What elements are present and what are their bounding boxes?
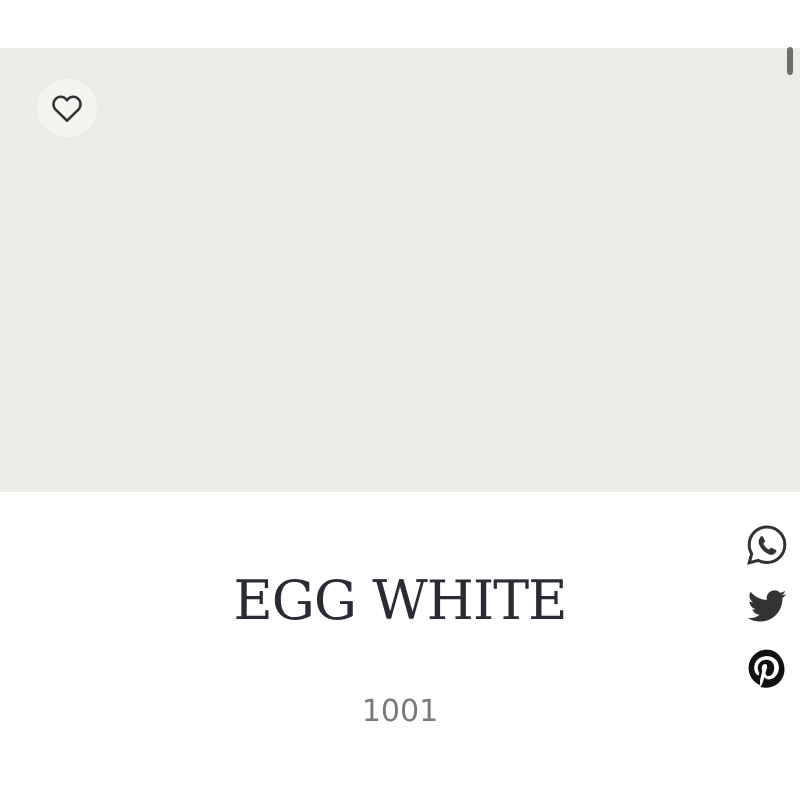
whatsapp-icon — [746, 524, 788, 566]
color-code: 1001 — [361, 694, 439, 729]
share-twitter-button[interactable] — [746, 586, 788, 628]
share-whatsapp-button[interactable] — [746, 524, 788, 566]
color-swatch — [0, 48, 800, 492]
pinterest-icon — [746, 647, 788, 689]
color-name: EGG WHITE — [233, 569, 567, 632]
share-pinterest-button[interactable] — [746, 647, 788, 689]
favorite-button[interactable] — [37, 79, 97, 137]
color-detail-page: EGG WHITE 1001 — [0, 0, 800, 800]
twitter-icon — [746, 586, 788, 628]
scrollbar-thumb[interactable] — [787, 47, 793, 75]
heart-outline-icon — [51, 93, 83, 123]
